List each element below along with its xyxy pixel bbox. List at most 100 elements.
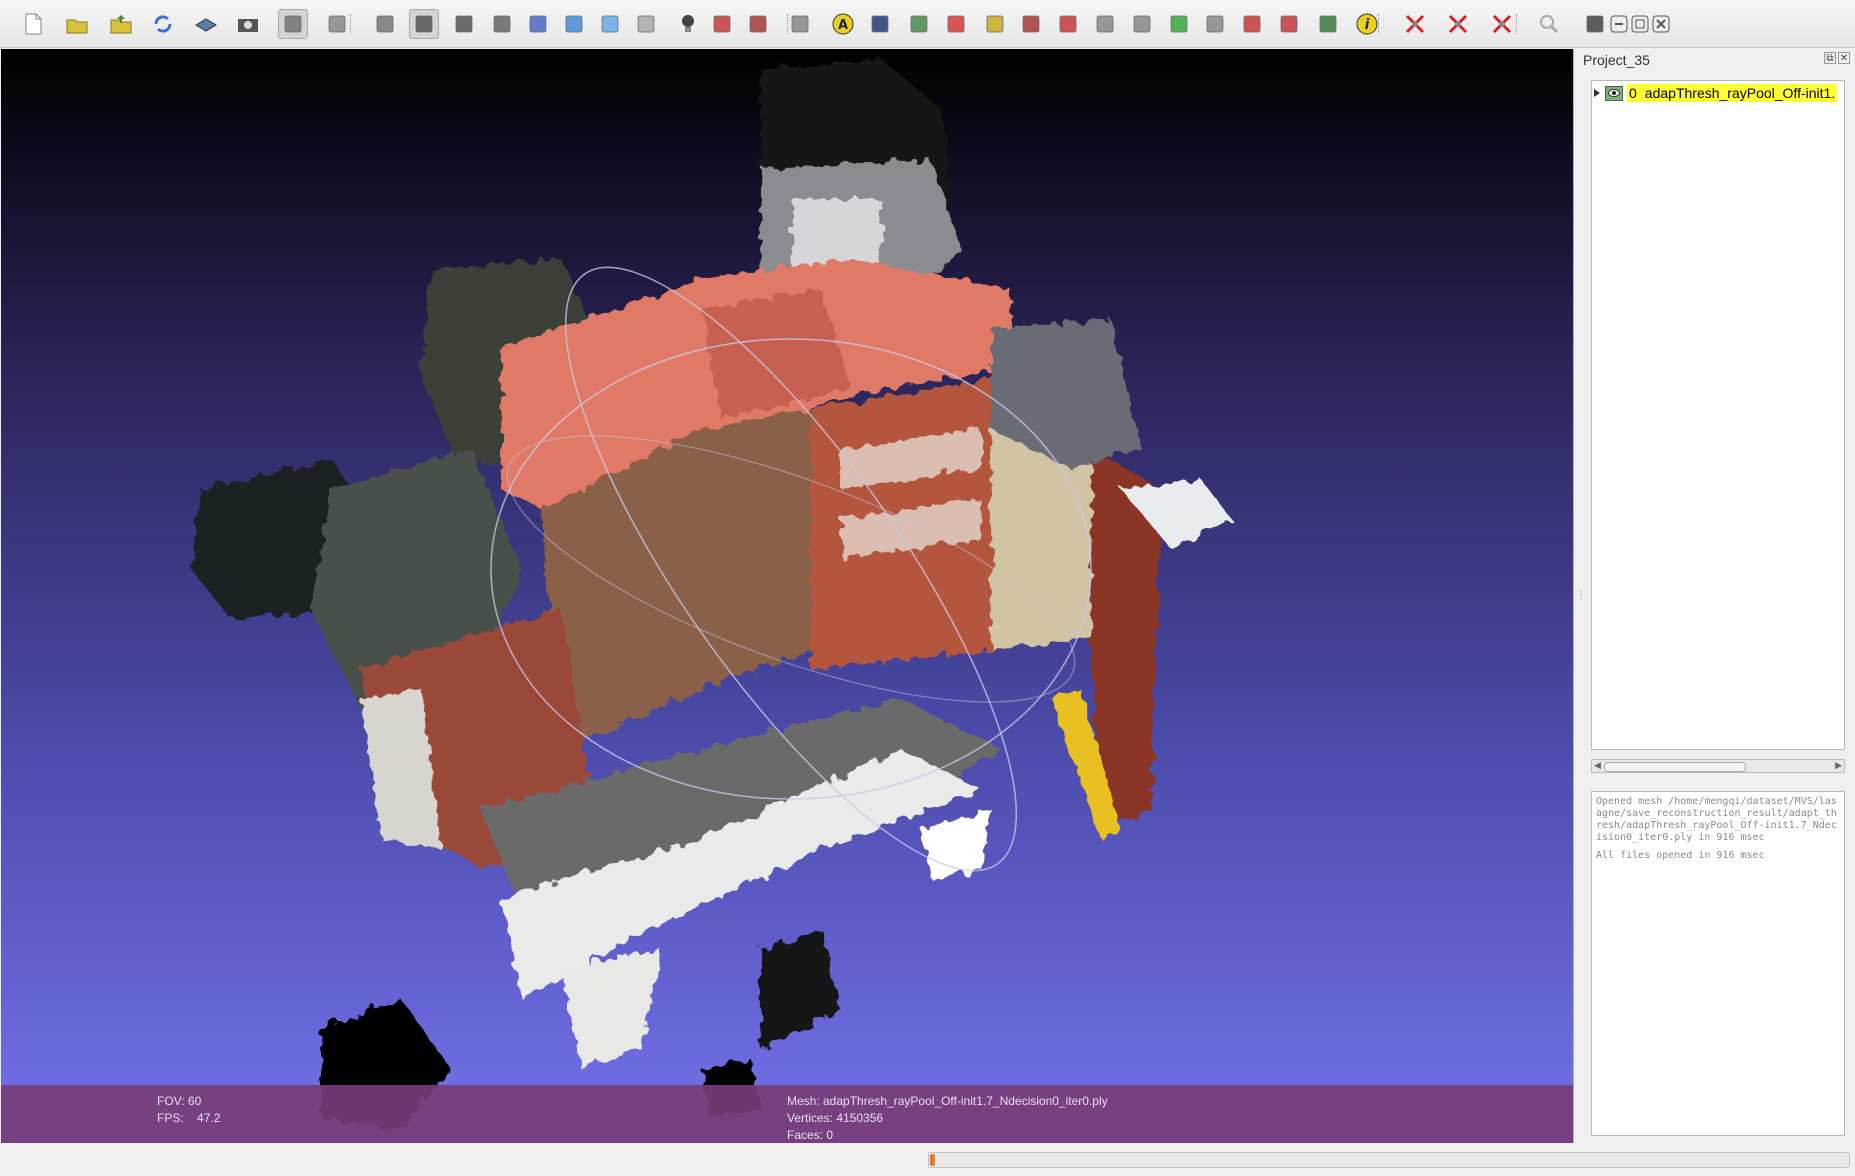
manipulator-button[interactable]	[1127, 9, 1157, 39]
delete-selected-vertices-icon	[1448, 14, 1468, 34]
smooth-shading-icon	[601, 15, 619, 33]
brush-button[interactable]	[1016, 9, 1046, 39]
log-window: Opened mesh /home/mengqi/dataset/MVS/las…	[1591, 791, 1845, 1136]
layer-tree-scrollbar[interactable]: ◀ ▶	[1591, 759, 1845, 773]
progress-bar	[928, 1152, 1850, 1168]
light-sphere-icon	[328, 15, 346, 33]
face-count: Faces: 0	[787, 1128, 834, 1142]
texture-button[interactable]	[631, 9, 661, 39]
export-mesh-icon	[195, 18, 217, 32]
bounding-box-icon	[376, 15, 394, 33]
select-connected-button[interactable]	[1274, 9, 1304, 39]
flat-lines-button[interactable]	[523, 9, 553, 39]
log-line: All files opened in 916 msec	[1596, 850, 1765, 861]
vertex-count: Vertices: 4150356	[787, 1111, 884, 1125]
back-face-button[interactable]	[743, 9, 773, 39]
texture-icon	[637, 15, 655, 33]
open-project-button[interactable]	[62, 9, 92, 39]
search-button[interactable]	[1534, 9, 1564, 39]
align-button[interactable]	[1090, 9, 1120, 39]
open-project-icon	[66, 19, 88, 34]
selection-icon	[791, 15, 809, 33]
layer-tree[interactable]: 0 adapThresh_rayPool_Off-init1.	[1591, 80, 1845, 750]
select-faces-icon	[1206, 15, 1224, 33]
align-icon	[1096, 15, 1114, 33]
pick-points-button[interactable]	[1053, 9, 1083, 39]
flat-shading-icon	[565, 15, 583, 33]
snapshot-button[interactable]	[233, 9, 263, 39]
scrollbar-thumb[interactable]	[1604, 762, 1746, 772]
log-line: Opened mesh /home/mengqi/dataset/MVS/las…	[1596, 796, 1837, 843]
new-project-icon	[25, 13, 42, 35]
select-connected-icon	[1280, 15, 1298, 33]
delete-selected-edges-icon	[1492, 14, 1512, 34]
colorize-button[interactable]	[1164, 9, 1194, 39]
raster-button[interactable]	[865, 9, 895, 39]
select-faces-button[interactable]	[1200, 9, 1230, 39]
close-window-button[interactable]	[1646, 9, 1676, 39]
import-mesh-button[interactable]	[106, 9, 136, 39]
manipulator-icon	[1133, 15, 1151, 33]
layers-button[interactable]	[278, 9, 308, 39]
close-window-icon	[1652, 15, 1670, 33]
annotation-a-button[interactable]: A	[828, 9, 858, 39]
raster-icon	[871, 15, 889, 33]
light-sphere-button[interactable]	[322, 9, 352, 39]
bounding-box-button[interactable]	[370, 9, 400, 39]
back-face-icon	[749, 15, 767, 33]
smooth-shading-button[interactable]	[595, 9, 625, 39]
axis-icon	[947, 15, 965, 33]
new-project-button[interactable]	[18, 9, 48, 39]
scroll-right-icon[interactable]: ▶	[1835, 760, 1842, 772]
paint-button[interactable]	[980, 9, 1010, 39]
mesh-info: Mesh: adapThresh_rayPool_Off-init1.7_Nde…	[787, 1093, 1108, 1143]
float-panel-button[interactable]: ⧉	[1824, 52, 1836, 64]
point-cloud-render[interactable]	[1, 49, 1573, 1143]
fov-readout: FOV: 60 FPS: 47.2	[157, 1094, 221, 1125]
measure-globe-icon	[910, 15, 928, 33]
export-mesh-button[interactable]	[191, 9, 221, 39]
axis-button[interactable]	[941, 9, 971, 39]
progress-fill	[930, 1154, 935, 1166]
delete-selected-vertices-button[interactable]	[1443, 9, 1473, 39]
color-fill-button[interactable]	[707, 9, 737, 39]
import-mesh-icon	[110, 15, 132, 34]
svg-text:A: A	[838, 18, 848, 33]
layer-name[interactable]: 0 adapThresh_rayPool_Off-init1.	[1627, 84, 1838, 102]
light-bulb-button[interactable]	[673, 9, 703, 39]
expand-arrow-icon[interactable]	[1594, 89, 1600, 97]
layers-icon	[284, 15, 302, 33]
reload-button[interactable]	[148, 9, 178, 39]
delete-selected-faces-icon	[1405, 14, 1425, 34]
raster-view-button[interactable]	[1313, 9, 1343, 39]
panel-title: Project_35	[1583, 52, 1650, 68]
mesh-name: Mesh: adapThresh_rayPool_Off-init1.7_Nde…	[787, 1094, 1108, 1108]
close-panel-button[interactable]: ✕	[1838, 52, 1850, 64]
reload-icon	[154, 15, 172, 33]
select-vertices-icon	[1243, 15, 1261, 33]
scroll-left-icon[interactable]: ◀	[1594, 760, 1601, 772]
select-vertices-button[interactable]	[1237, 9, 1267, 39]
flat-shading-button[interactable]	[559, 9, 589, 39]
wireframe-button[interactable]	[449, 9, 479, 39]
raster-view-icon	[1319, 15, 1337, 33]
info-button[interactable]: i	[1352, 9, 1382, 39]
flat-lines-icon	[529, 15, 547, 33]
colorize-icon	[1170, 15, 1188, 33]
3d-viewport[interactable]: FOV: 60 FPS: 47.2 Mesh: adapThresh_rayPo…	[1, 49, 1574, 1143]
selection-button[interactable]	[785, 9, 815, 39]
delete-selected-edges-button[interactable]	[1487, 9, 1517, 39]
annotation-a-icon: A	[832, 13, 854, 35]
wireframe-icon	[455, 15, 473, 33]
panel-splitter-handle[interactable]: ⋮	[1576, 590, 1586, 601]
points-button[interactable]	[409, 9, 439, 39]
delete-selected-faces-button[interactable]	[1400, 9, 1430, 39]
measure-globe-button[interactable]	[904, 9, 934, 39]
search-icon	[1540, 15, 1559, 34]
color-fill-icon	[713, 15, 731, 33]
hidden-lines-button[interactable]	[487, 9, 517, 39]
snapshot-icon	[238, 19, 258, 32]
layer-row[interactable]: 0 adapThresh_rayPool_Off-init1.	[1594, 84, 1838, 102]
light-bulb-icon	[682, 15, 694, 32]
visibility-eye-icon[interactable]	[1605, 85, 1623, 101]
